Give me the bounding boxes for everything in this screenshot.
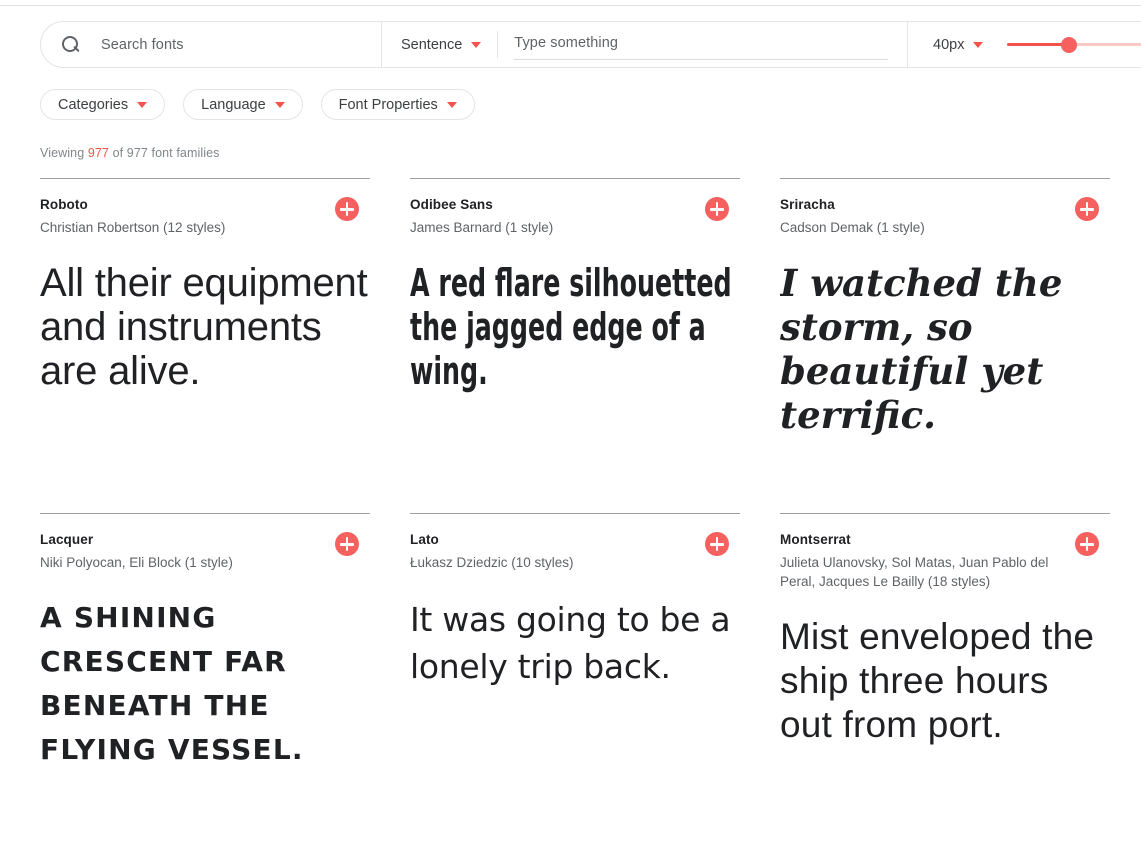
filter-categories-label: Categories [58, 96, 129, 113]
search-placeholder: Search fonts [101, 36, 184, 53]
filter-language-label: Language [201, 96, 266, 113]
preview-text-input[interactable]: Type something [514, 34, 888, 60]
filter-language[interactable]: Language [183, 89, 303, 120]
slider-fill [1007, 43, 1069, 46]
add-font-button[interactable] [705, 197, 729, 221]
search-input[interactable]: Search fonts [41, 22, 382, 67]
filter-chips: Categories Language Font Properties [40, 89, 475, 120]
font-author: Łukasz Dziedzic (10 styles) [410, 555, 574, 570]
chevron-down-icon [973, 41, 984, 48]
viewing-shown-count: 977 [87, 146, 109, 160]
font-preview-text: It was going to be a lonely trip back. [410, 600, 731, 686]
results-count: Viewing 977 of 977 font families [40, 146, 220, 160]
font-preview-text: All their equipment and instruments are … [40, 261, 368, 393]
size-controls: 40px [908, 22, 1141, 67]
font-name: Roboto [40, 197, 88, 212]
chevron-down-icon [446, 101, 457, 108]
font-grid: Roboto Christian Robertson (12 styles) A… [40, 178, 1110, 848]
font-author: Cadson Demak (1 style) [780, 220, 925, 235]
preview-controls: Sentence Type something [382, 22, 908, 67]
filter-font-properties[interactable]: Font Properties [320, 89, 475, 120]
search-toolbar: Search fonts Sentence Type something 40p… [40, 21, 1141, 68]
font-author: James Barnard (1 style) [410, 220, 554, 235]
viewing-total-count: 977 [126, 146, 148, 160]
preview-type-label: Sentence [401, 36, 463, 53]
font-author: Christian Robertson (12 styles) [40, 220, 226, 235]
font-card-lacquer[interactable]: Lacquer Niki Polyocan, Eli Block (1 styl… [40, 513, 370, 848]
slider-thumb[interactable] [1060, 36, 1077, 53]
font-preview-text: I watched the storm, so beautiful yet te… [780, 261, 1063, 437]
filter-categories[interactable]: Categories [40, 89, 166, 120]
font-name: Lato [410, 532, 439, 547]
add-font-button[interactable] [705, 532, 729, 556]
search-icon [61, 35, 81, 55]
font-size-label: 40px [933, 36, 965, 53]
chevron-down-icon [471, 41, 482, 48]
font-card-sriracha[interactable]: Sriracha Cadson Demak (1 style) I watche… [780, 178, 1110, 513]
font-name: Sriracha [780, 197, 835, 212]
font-preview-text: A red flare silhouetted the jagged edge … [410, 261, 732, 393]
preview-type-dropdown[interactable]: Sentence [401, 36, 482, 53]
add-font-button[interactable] [335, 197, 359, 221]
font-size-dropdown[interactable]: 40px [933, 36, 984, 53]
toolbar-divider [497, 31, 499, 58]
filter-font-properties-label: Font Properties [338, 96, 438, 113]
add-font-button[interactable] [1075, 197, 1099, 221]
font-card-lato[interactable]: Lato Łukasz Dziedzic (10 styles) It was … [410, 513, 740, 848]
chevron-down-icon [137, 101, 148, 108]
viewing-middle: of [112, 146, 124, 160]
add-font-button[interactable] [335, 532, 359, 556]
viewing-prefix: Viewing [40, 146, 85, 160]
font-name: Lacquer [40, 532, 94, 547]
font-size-slider[interactable] [1007, 36, 1141, 54]
viewing-suffix: font families [151, 146, 220, 160]
font-name: Montserrat [780, 532, 851, 547]
font-card-roboto[interactable]: Roboto Christian Robertson (12 styles) A… [40, 178, 370, 513]
font-author: Julieta Ulanovsky, Sol Matas, Juan Pablo… [780, 555, 1049, 589]
font-card-montserrat[interactable]: Montserrat Julieta Ulanovsky, Sol Matas,… [780, 513, 1110, 848]
top-divider [0, 5, 1141, 6]
chevron-down-icon [274, 101, 285, 108]
add-font-button[interactable] [1075, 532, 1099, 556]
font-preview-text: Mist enveloped the ship three hours out … [780, 616, 1095, 745]
font-author: Niki Polyocan, Eli Block (1 style) [40, 555, 233, 570]
font-name: Odibee Sans [410, 197, 493, 212]
font-preview-text: A shining crescent far beneath the flyin… [40, 601, 304, 766]
font-card-odibee-sans[interactable]: Odibee Sans James Barnard (1 style) A re… [410, 178, 740, 513]
preview-text-placeholder: Type something [514, 35, 619, 51]
